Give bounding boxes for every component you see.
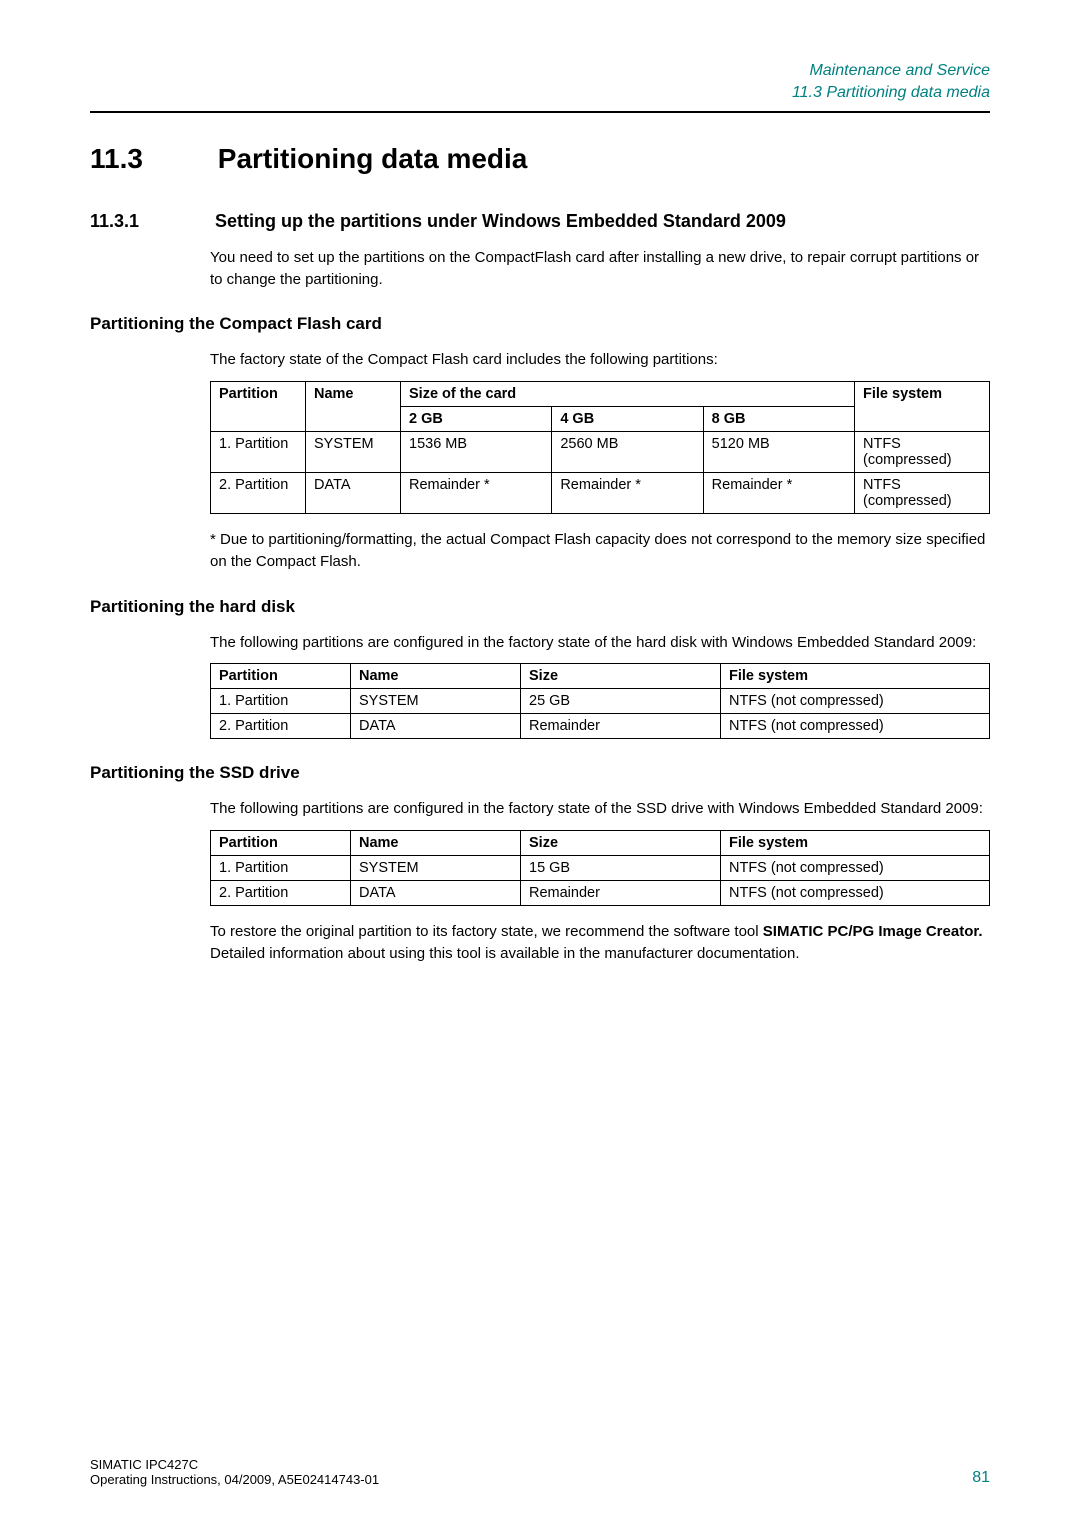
table-header-row: Partition Name Size File system — [211, 831, 990, 856]
ssd-heading: Partitioning the SSD drive — [90, 763, 990, 783]
ssd-tail-bold: SIMATIC PC/PG Image Creator. — [763, 923, 983, 940]
cell: NTFS (not compressed) — [721, 714, 990, 739]
th-name: Name — [351, 831, 521, 856]
th-8gb: 8 GB — [703, 407, 854, 432]
th-partition: Partition — [211, 382, 306, 432]
subsection-number: 11.3.1 — [90, 211, 210, 232]
cell: DATA — [306, 473, 401, 514]
cell: 2. Partition — [211, 473, 306, 514]
cell: Remainder * — [552, 473, 703, 514]
footer-product: SIMATIC IPC427C — [90, 1457, 379, 1472]
ssd-tail-post: Detailed information about using this to… — [210, 945, 800, 962]
cf-heading: Partitioning the Compact Flash card — [90, 314, 990, 334]
cell: 5120 MB — [703, 432, 854, 473]
page-footer: SIMATIC IPC427C Operating Instructions, … — [90, 1457, 990, 1487]
section-number: 11.3 — [90, 143, 210, 175]
cell: SYSTEM — [306, 432, 401, 473]
cell: 2. Partition — [211, 881, 351, 906]
para-intro: You need to set up the partitions on the… — [210, 247, 990, 291]
section-title: Partitioning data media — [218, 143, 528, 174]
running-head-l1: Maintenance and Service — [90, 60, 990, 82]
th-fs: File system — [721, 664, 990, 689]
cell: DATA — [351, 881, 521, 906]
cell: Remainder * — [401, 473, 552, 514]
cell: Remainder — [521, 714, 721, 739]
footer-docinfo: Operating Instructions, 04/2009, A5E0241… — [90, 1472, 379, 1487]
table-row: 1. Partition SYSTEM 1536 MB 2560 MB 5120… — [211, 432, 990, 473]
th-size: Size — [521, 831, 721, 856]
cell: NTFS (compressed) — [855, 473, 990, 514]
cell: 1. Partition — [211, 432, 306, 473]
cell: 1536 MB — [401, 432, 552, 473]
cell: 1. Partition — [211, 856, 351, 881]
th-4gb: 4 GB — [552, 407, 703, 432]
table-row: 1. Partition SYSTEM 15 GB NTFS (not comp… — [211, 856, 990, 881]
cf-footnote: * Due to partitioning/formatting, the ac… — [210, 529, 990, 573]
th-partition: Partition — [211, 664, 351, 689]
table-row: 2. Partition DATA Remainder * Remainder … — [211, 473, 990, 514]
page-number: 81 — [972, 1469, 990, 1487]
running-head-l2: 11.3 Partitioning data media — [90, 82, 990, 104]
th-name: Name — [306, 382, 401, 432]
th-fs: File system — [855, 382, 990, 432]
cell: SYSTEM — [351, 689, 521, 714]
header-divider — [90, 111, 990, 113]
cell: SYSTEM — [351, 856, 521, 881]
cell: NTFS (not compressed) — [721, 689, 990, 714]
footer-left: SIMATIC IPC427C Operating Instructions, … — [90, 1457, 379, 1487]
table-header-row: Partition Name Size File system — [211, 664, 990, 689]
subsection-heading: 11.3.1 Setting up the partitions under W… — [90, 211, 990, 232]
th-sizecard: Size of the card — [401, 382, 855, 407]
cell: 2. Partition — [211, 714, 351, 739]
hd-intro: The following partitions are configured … — [210, 632, 990, 654]
hd-heading: Partitioning the hard disk — [90, 597, 990, 617]
section-heading: 11.3 Partitioning data media — [90, 143, 990, 175]
cell: 25 GB — [521, 689, 721, 714]
th-partition: Partition — [211, 831, 351, 856]
th-size: Size — [521, 664, 721, 689]
ssd-tail-pre: To restore the original partition to its… — [210, 923, 763, 940]
table-row: 2. Partition DATA Remainder NTFS (not co… — [211, 881, 990, 906]
ssd-tail: To restore the original partition to its… — [210, 921, 990, 965]
table-row: 1. Partition SYSTEM 25 GB NTFS (not comp… — [211, 689, 990, 714]
cell: DATA — [351, 714, 521, 739]
cell: NTFS (not compressed) — [721, 856, 990, 881]
subsection-title: Setting up the partitions under Windows … — [215, 211, 786, 231]
th-2gb: 2 GB — [401, 407, 552, 432]
running-head: Maintenance and Service 11.3 Partitionin… — [90, 60, 990, 105]
th-fs: File system — [721, 831, 990, 856]
table-header-row: Partition Name Size of the card File sys… — [211, 382, 990, 407]
cell: NTFS (compressed) — [855, 432, 990, 473]
table-row: 2. Partition DATA Remainder NTFS (not co… — [211, 714, 990, 739]
cell: 2560 MB — [552, 432, 703, 473]
ssd-table: Partition Name Size File system 1. Parti… — [210, 830, 990, 906]
cell: NTFS (not compressed) — [721, 881, 990, 906]
cell: Remainder — [521, 881, 721, 906]
ssd-intro: The following partitions are configured … — [210, 798, 990, 820]
cell: 1. Partition — [211, 689, 351, 714]
cf-table: Partition Name Size of the card File sys… — [210, 381, 990, 514]
cf-intro: The factory state of the Compact Flash c… — [210, 349, 990, 371]
hd-table: Partition Name Size File system 1. Parti… — [210, 663, 990, 739]
th-name: Name — [351, 664, 521, 689]
cell: Remainder * — [703, 473, 854, 514]
cell: 15 GB — [521, 856, 721, 881]
